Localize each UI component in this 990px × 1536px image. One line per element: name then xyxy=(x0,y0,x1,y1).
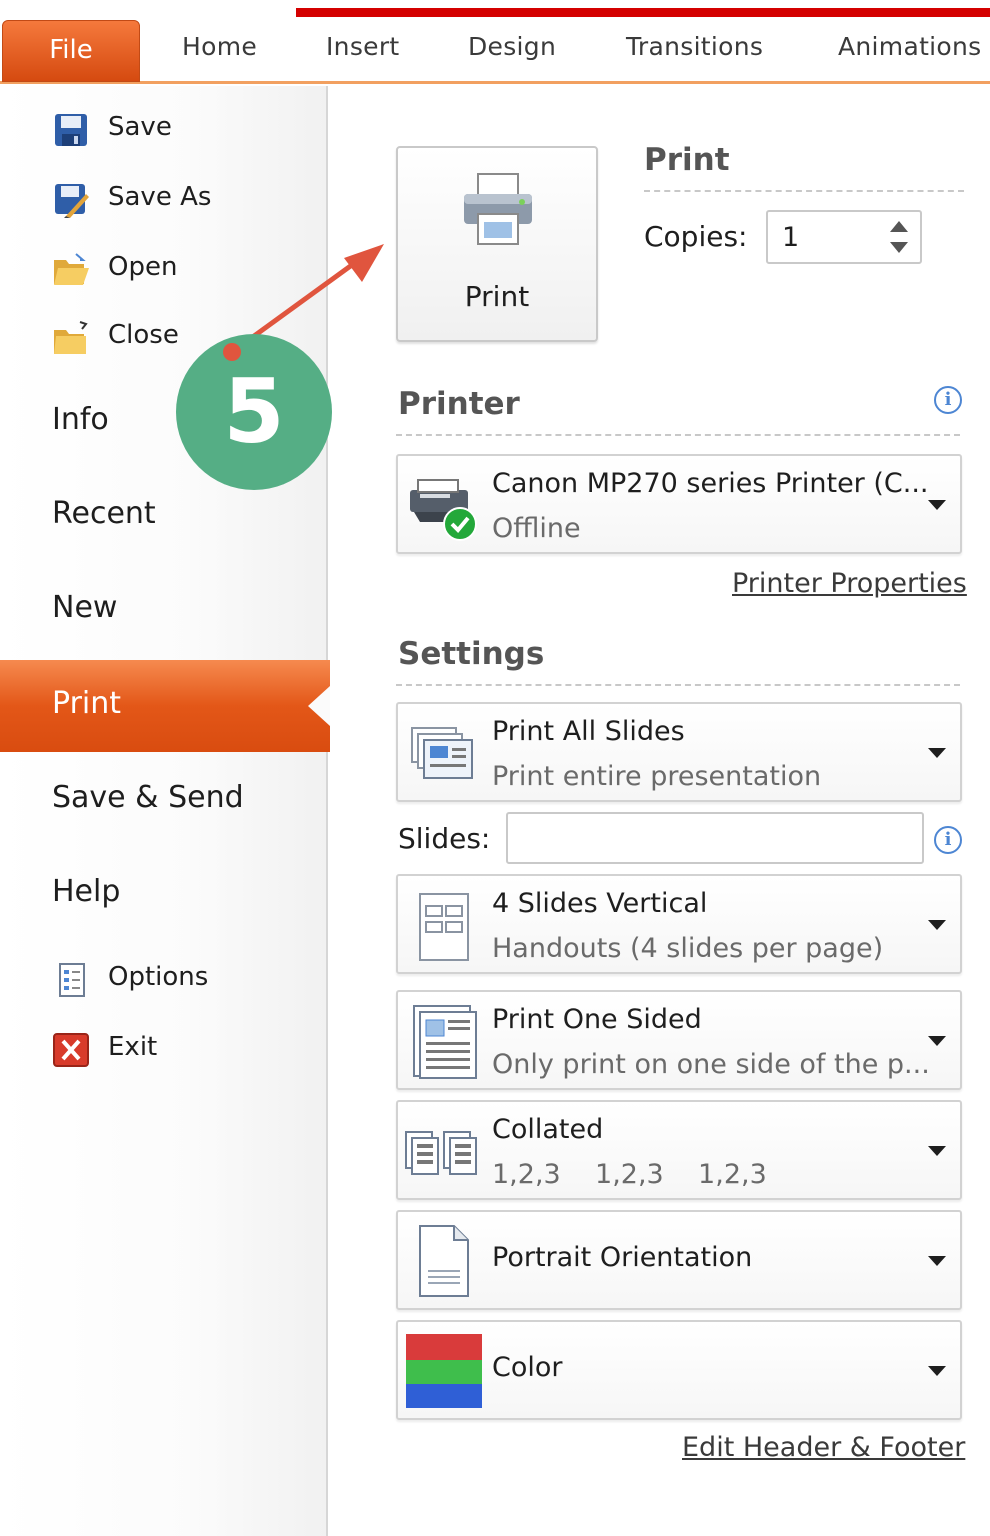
collated-icon xyxy=(405,1131,477,1175)
printer-properties-link[interactable]: Printer Properties xyxy=(732,568,967,599)
copies-label: Copies: xyxy=(644,220,748,253)
sidebar-item-print[interactable]: Print xyxy=(0,660,330,752)
color-title: Color xyxy=(492,1352,563,1383)
sidebar-item-options[interactable]: Options xyxy=(0,950,328,1010)
layout-title: 4 Slides Vertical xyxy=(492,888,708,919)
save-icon xyxy=(55,114,87,146)
printer-name: Canon MP270 series Printer (C... xyxy=(492,468,929,499)
sidebar-item-label: Recent xyxy=(52,496,156,531)
divider xyxy=(644,190,964,192)
color-swatch-icon xyxy=(406,1334,482,1408)
sidebar-item-label: Save As xyxy=(108,182,212,212)
print-button-label: Print xyxy=(464,280,530,313)
chevron-down-icon xyxy=(928,1146,946,1156)
sidebar-item-label: Info xyxy=(52,402,109,437)
backstage-sidebar: Save Save As Open Close Info Recent New xyxy=(0,86,330,1536)
close-folder-icon xyxy=(54,321,88,354)
chevron-down-icon xyxy=(928,500,946,510)
sidebar-item-open[interactable]: Open xyxy=(0,240,328,300)
orientation-dropdown[interactable]: Portrait Orientation xyxy=(396,1210,962,1310)
printer-status-icon xyxy=(410,479,477,541)
sidebar-item-label: Open xyxy=(108,252,178,282)
tab-transitions[interactable]: Transitions xyxy=(626,32,763,61)
printer-info-icon[interactable]: i xyxy=(934,386,962,414)
sidebar-item-save[interactable]: Save xyxy=(0,100,328,160)
sidebar-item-help[interactable]: Help xyxy=(0,864,328,924)
sides-dropdown[interactable]: Print One Sided Only print on one side o… xyxy=(396,990,962,1090)
sides-subtitle: Only print on one side of the p... xyxy=(492,1049,930,1080)
ribbon-accent-line xyxy=(296,8,990,17)
divider xyxy=(396,684,960,686)
slides-stack-icon xyxy=(411,727,473,779)
printer-section-title: Printer xyxy=(398,386,520,422)
print-range-title: Print All Slides xyxy=(492,716,685,747)
sides-title: Print One Sided xyxy=(492,1004,702,1035)
sidebar-item-exit[interactable]: Exit xyxy=(0,1020,328,1080)
step-callout-badge: 5 xyxy=(176,334,332,490)
sidebar-item-label: Save xyxy=(108,112,172,142)
print-range-dropdown[interactable]: Print All Slides Print entire presentati… xyxy=(396,702,962,802)
exit-icon xyxy=(53,1033,89,1067)
copies-stepper[interactable]: 1 xyxy=(766,210,922,264)
portrait-page-icon xyxy=(419,1225,469,1297)
options-icon xyxy=(59,963,85,997)
printer-icon xyxy=(464,173,532,245)
slides-input[interactable] xyxy=(506,812,924,864)
tab-insert[interactable]: Insert xyxy=(326,32,400,61)
print-section-title: Print xyxy=(644,142,730,178)
sidebar-item-label: Print xyxy=(52,686,122,721)
chevron-down-icon xyxy=(928,1366,946,1376)
printer-dropdown[interactable]: Canon MP270 series Printer (C... Offline xyxy=(396,454,962,554)
orientation-title: Portrait Orientation xyxy=(492,1242,753,1273)
save-as-icon xyxy=(55,184,89,218)
tab-animations[interactable]: Animations xyxy=(838,32,981,61)
sidebar-item-label: New xyxy=(52,590,118,625)
chevron-down-icon xyxy=(928,1256,946,1266)
spin-down-icon[interactable] xyxy=(890,242,908,253)
ribbon-tab-bar: File Home Insert Design Transitions Anim… xyxy=(0,18,990,84)
collation-subtitle: 1,2,3 1,2,3 1,2,3 xyxy=(492,1159,767,1190)
collation-title: Collated xyxy=(492,1114,604,1145)
chevron-down-icon xyxy=(928,748,946,758)
copies-value: 1 xyxy=(782,222,800,253)
selection-notch xyxy=(308,686,330,726)
sidebar-item-label: Exit xyxy=(108,1032,158,1062)
sidebar-item-save-send[interactable]: Save & Send xyxy=(0,770,328,830)
collation-dropdown[interactable]: Collated 1,2,3 1,2,3 1,2,3 xyxy=(396,1100,962,1200)
settings-section-title: Settings xyxy=(398,636,545,672)
sidebar-item-save-as[interactable]: Save As xyxy=(0,170,328,230)
print-button[interactable]: Print xyxy=(396,146,598,342)
slides-info-icon[interactable]: i xyxy=(934,826,962,854)
color-dropdown[interactable]: Color xyxy=(396,1320,962,1420)
sidebar-item-new[interactable]: New xyxy=(0,580,328,640)
sidebar-item-label: Help xyxy=(52,874,121,909)
edit-header-footer-link[interactable]: Edit Header & Footer xyxy=(682,1432,965,1463)
handout-layout-icon xyxy=(419,893,469,961)
sidebar-item-label: Options xyxy=(108,962,209,992)
layout-subtitle: Handouts (4 slides per page) xyxy=(492,933,884,964)
layout-dropdown[interactable]: 4 Slides Vertical Handouts (4 slides per… xyxy=(396,874,962,974)
open-folder-icon xyxy=(54,253,89,285)
printer-status: Offline xyxy=(492,513,581,544)
print-range-subtitle: Print entire presentation xyxy=(492,761,822,792)
tab-file[interactable]: File xyxy=(2,20,140,82)
sidebar-item-recent[interactable]: Recent xyxy=(0,486,328,546)
spin-up-icon[interactable] xyxy=(890,221,908,232)
chevron-down-icon xyxy=(928,920,946,930)
tab-design[interactable]: Design xyxy=(468,32,556,61)
sidebar-item-label: Save & Send xyxy=(52,780,244,815)
chevron-down-icon xyxy=(928,1036,946,1046)
one-sided-icon xyxy=(413,1005,477,1079)
tab-home[interactable]: Home xyxy=(182,32,257,61)
slides-label: Slides: xyxy=(398,822,491,855)
divider xyxy=(396,434,960,436)
sidebar-item-label: Close xyxy=(108,320,179,350)
